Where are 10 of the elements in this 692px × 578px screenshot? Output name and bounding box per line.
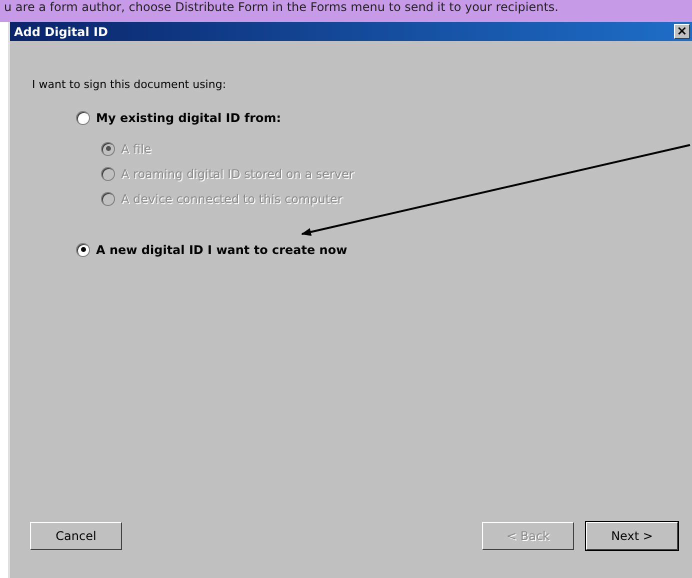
option-label[interactable]: A new digital ID I want to create now bbox=[96, 242, 348, 256]
window-title: Add Digital ID bbox=[14, 24, 108, 38]
option-label[interactable]: My existing digital ID from: bbox=[96, 110, 282, 124]
dialog-button[interactable]: Cancel bbox=[30, 522, 122, 550]
radio-button[interactable] bbox=[76, 110, 90, 124]
close-button[interactable]: × bbox=[674, 24, 690, 39]
dialog-button[interactable]: Next > bbox=[586, 522, 678, 550]
background-page-text: u are a form author, choose Distribute Form in the Forms menu to send it to your recipients. bbox=[0, 0, 692, 22]
radio-button[interactable] bbox=[76, 242, 90, 256]
prompt-text: I want to sign this document using: bbox=[32, 78, 228, 91]
